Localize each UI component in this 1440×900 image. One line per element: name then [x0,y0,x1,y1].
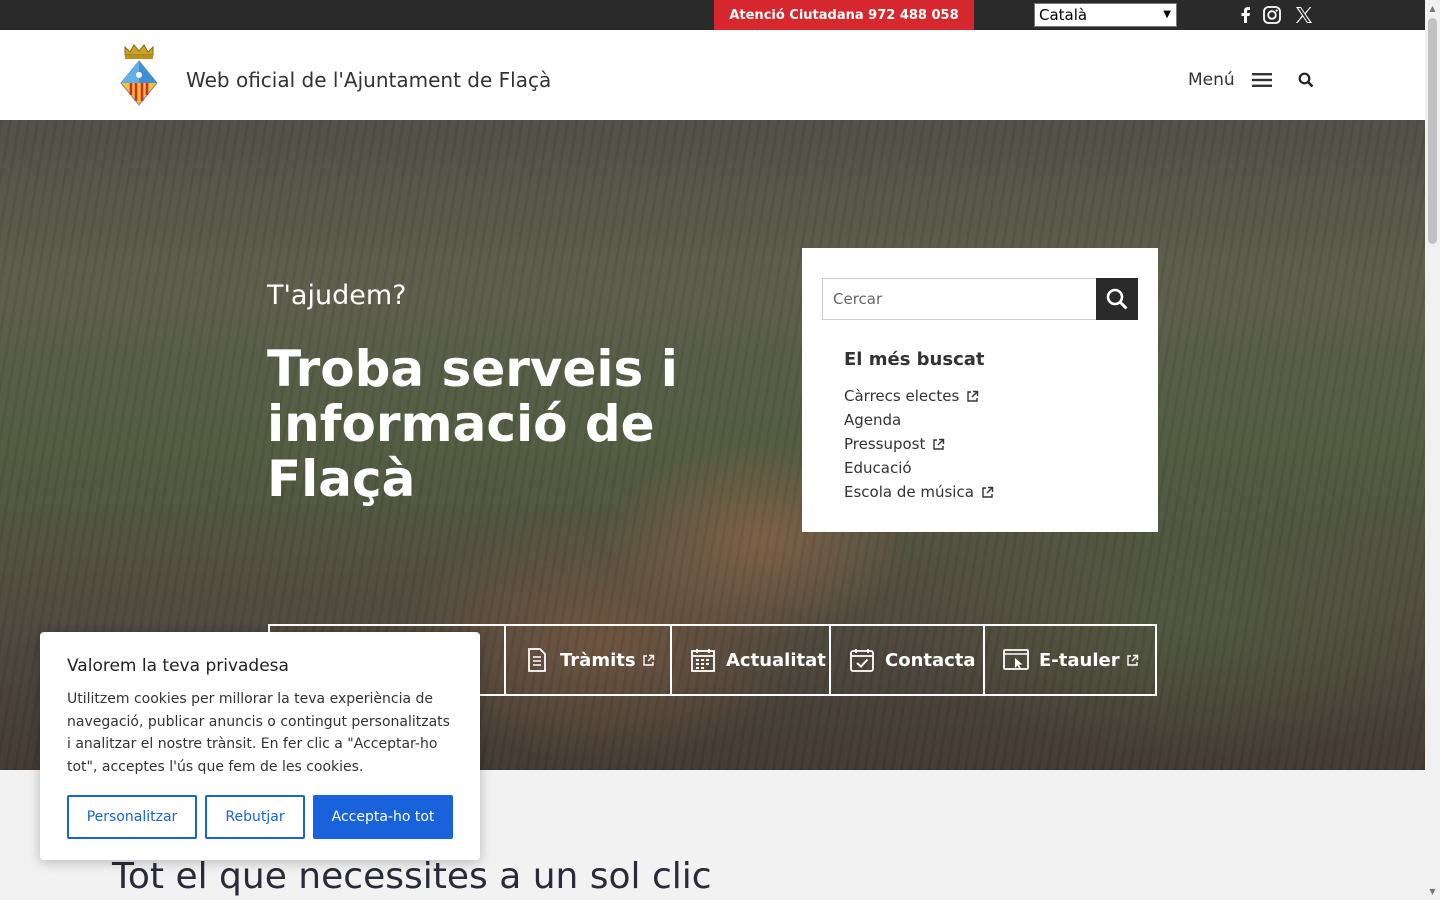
chevron-down-icon: ▼ [1163,9,1171,20]
most-searched-heading: El més buscat [844,349,985,370]
external-link-icon [642,654,654,666]
calendar-check-icon [850,649,874,672]
scroll-up-arrow-icon[interactable]: ▲ [1428,4,1437,13]
link-label[interactable]: Agenda [844,408,901,432]
language-select[interactable]: Català ▼ [1034,3,1177,27]
atencio-ciutadana-link[interactable]: Atenció Ciutadana 972 488 058 [714,0,974,30]
calendar-grid-icon [691,649,715,672]
search-button[interactable] [1096,278,1138,320]
list-item[interactable]: Escola de música [844,480,994,504]
external-link-icon [982,486,994,498]
link-label[interactable]: Educació [844,456,912,480]
accept-all-button[interactable]: Accepta-ho tot [313,795,453,839]
action-button-contacta[interactable]: Contacta [831,626,985,694]
document-icon [528,648,546,672]
search-icon[interactable] [1298,72,1314,88]
cookie-title: Valorem la teva privadesa [67,656,289,676]
hero-title: Troba serveis i informació de Flaçà [267,340,678,508]
menu-label[interactable]: Menú [1188,70,1235,90]
cookie-description: Utilitzem cookies per millorar la teva e… [67,691,450,775]
link-label[interactable]: Escola de música [844,480,974,504]
screen-pointer-icon [1003,649,1029,670]
link-label[interactable]: Pressupost [844,432,925,456]
x-icon[interactable] [1294,6,1314,24]
action-button-tramits[interactable]: Tràmits [506,626,672,694]
site-title[interactable]: Web oficial de l'Ajuntament de Flaçà [186,68,551,92]
search-panel: Cercar El més buscat Càrrecs electes Age… [802,248,1158,532]
scrollbar-thumb[interactable] [1428,18,1437,244]
language-selected-value: Català [1039,6,1088,24]
customize-button[interactable]: Personalitzar [67,795,197,839]
hero-kicker: T'ajudem? [267,280,407,311]
search-input[interactable]: Cercar [822,278,1097,320]
list-item[interactable]: Pressupost [844,432,994,456]
reject-button[interactable]: Rebutjar [205,795,305,839]
scroll-down-arrow-icon[interactable]: ▼ [1428,887,1437,896]
action-label: Tràmits [560,649,636,671]
coat-of-arms-logo[interactable] [117,43,161,107]
action-button-etauler[interactable]: E-tauler [985,626,1155,694]
section-heading: Tot el que necessites a un sol clic [112,856,712,897]
list-item[interactable]: Educació [844,456,994,480]
action-button-actualitat[interactable]: Actualitat [672,626,831,694]
hamburger-menu-icon[interactable] [1252,72,1272,88]
external-link-icon [1126,654,1138,666]
external-link-icon [967,390,979,402]
cookie-consent-dialog: Valorem la teva privadesa Utilitzem cook… [40,632,480,860]
external-link-icon [933,438,945,450]
top-bar: Atenció Ciutadana 972 488 058 Català ▼ [0,0,1425,30]
action-label: Contacta [885,649,976,671]
link-label[interactable]: Càrrecs electes [844,384,959,408]
instagram-icon[interactable] [1262,6,1282,24]
action-label: Actualitat [726,649,826,671]
most-searched-list: Càrrecs electes Agenda Pressupost Educac… [844,384,994,504]
facebook-icon[interactable] [1236,6,1256,24]
list-item[interactable]: Càrrecs electes [844,384,994,408]
search-icon [1106,288,1128,310]
action-label: E-tauler [1039,649,1120,671]
page-scrollbar[interactable]: ▲ ▼ [1425,0,1440,900]
list-item[interactable]: Agenda [844,408,994,432]
site-header: Web oficial de l'Ajuntament de Flaçà Men… [0,30,1425,120]
